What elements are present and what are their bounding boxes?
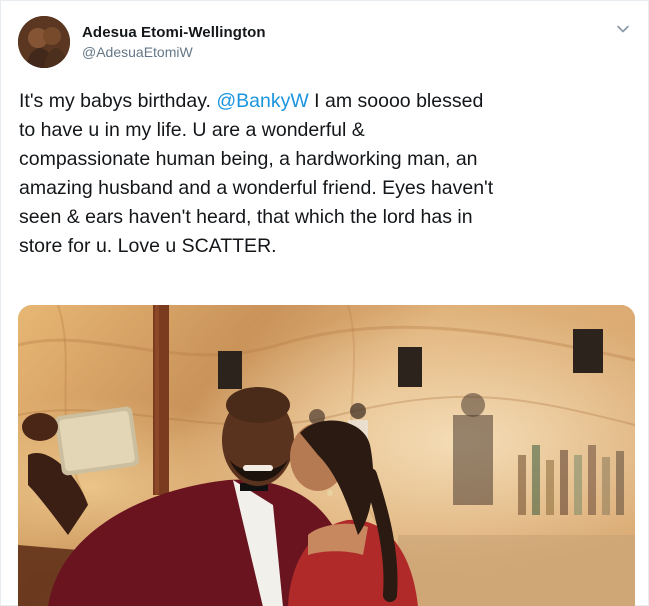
display-name[interactable]: Adesua Etomi-Wellington bbox=[82, 23, 266, 42]
mention-link[interactable]: @BankyW bbox=[216, 90, 308, 112]
tweet-text-part-1: It's my babys birthday. bbox=[19, 90, 217, 112]
tweet-header: Adesua Etomi-Wellington @AdesuaEtomiW bbox=[18, 16, 636, 72]
chevron-down-icon[interactable] bbox=[614, 20, 632, 38]
user-handle[interactable]: @AdesuaEtomiW bbox=[82, 43, 266, 62]
tweet-text-part-2: I am soooo blessed to have u in my life.… bbox=[19, 90, 494, 257]
user-block: Adesua Etomi-Wellington @AdesuaEtomiW bbox=[82, 23, 266, 62]
tweet-photo[interactable] bbox=[18, 305, 635, 606]
tweet-text: It's my babys birthday. @BankyW I am soo… bbox=[19, 87, 631, 261]
avatar[interactable] bbox=[18, 16, 70, 68]
photo-image bbox=[18, 305, 635, 606]
tweet-card: Adesua Etomi-Wellington @AdesuaEtomiW It… bbox=[0, 0, 649, 606]
avatar-image bbox=[18, 16, 70, 68]
